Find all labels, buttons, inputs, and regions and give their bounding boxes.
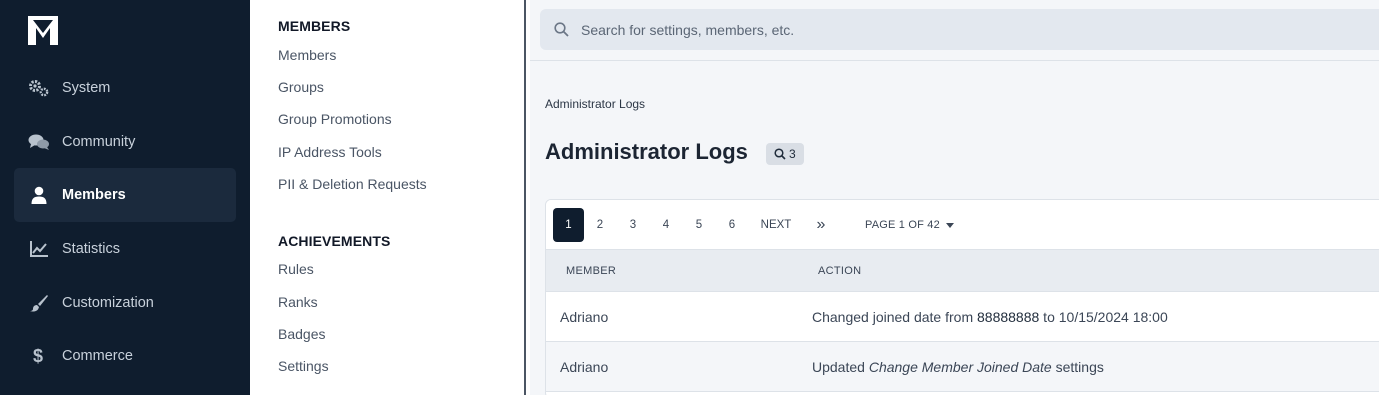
page-button-6[interactable]: 6 (724, 208, 740, 242)
submenu-heading-achievements: ACHIEVEMENTS (278, 233, 391, 249)
submenu-link-badges[interactable]: Badges (278, 326, 325, 342)
search-input[interactable] (581, 21, 1281, 38)
nav-item-label: Statistics (62, 241, 121, 257)
breadcrumb[interactable]: Administrator Logs (545, 97, 645, 111)
submenu-link-ranks[interactable]: Ranks (278, 294, 318, 310)
nav-item-label: Community (62, 134, 136, 150)
action-text: Updated (812, 359, 869, 375)
submenu-link-members[interactable]: Members (278, 47, 336, 63)
action-cell: Changed joined date from 88888888 to 10/… (812, 292, 1168, 342)
secondary-sidebar: MEMBERS Members Groups Group Promotions … (250, 0, 526, 395)
action-cell: Updated Change Member Joined Date settin… (812, 342, 1104, 392)
nav-item-community[interactable]: Community (14, 115, 236, 169)
table-header: MEMBER ACTION (546, 250, 1379, 292)
action-text: settings (1051, 359, 1104, 375)
action-text: Changed joined date from (812, 309, 977, 325)
last-page-button[interactable]: » (811, 208, 831, 242)
nav-item-label: System (62, 80, 111, 96)
primary-sidebar: System Community Members Statistics Cust… (0, 0, 250, 395)
nav-item-commerce[interactable]: $ Commerce (14, 329, 236, 383)
search-bar[interactable] (540, 9, 1379, 50)
logs-table-card: 1 2 3 4 5 6 NEXT » PAGE 1 OF 42 MEMBER A… (545, 199, 1379, 395)
nav-item-customization[interactable]: Customization (14, 276, 236, 330)
main-content: Administrator Logs Administrator Logs 3 … (530, 0, 1379, 395)
page-button-5[interactable]: 5 (691, 208, 707, 242)
submenu-link-settings[interactable]: Settings (278, 358, 329, 374)
dollar-icon: $ (28, 346, 50, 366)
search-count-badge[interactable]: 3 (766, 143, 804, 165)
nav-item-label: Customization (62, 295, 154, 311)
member-cell[interactable]: Adriano (560, 342, 608, 392)
line-chart-icon (28, 239, 50, 259)
search-icon (554, 22, 569, 37)
action-text: to 10/15/2024 18:00 (1039, 309, 1168, 325)
table-row[interactable]: Adriano Changed joined date from 8888888… (546, 292, 1379, 342)
pagination: 1 2 3 4 5 6 NEXT » PAGE 1 OF 42 (546, 200, 1379, 250)
user-icon (28, 185, 50, 205)
member-cell[interactable]: Adriano (560, 292, 608, 342)
page-jump-dropdown[interactable]: PAGE 1 OF 42 (865, 208, 954, 242)
submenu-heading-members: MEMBERS (278, 18, 351, 34)
nav-item-label: Members (62, 187, 126, 203)
header-divider (530, 60, 1379, 61)
page-label: PAGE 1 OF 42 (865, 219, 940, 231)
page-title: Administrator Logs (545, 139, 748, 164)
brush-icon (28, 293, 50, 313)
nav-item-members[interactable]: Members (14, 168, 236, 222)
column-header-member: MEMBER (566, 265, 617, 277)
nav-item-label: Commerce (62, 348, 133, 364)
nav-item-system[interactable]: System (14, 61, 236, 115)
logo-icon[interactable] (27, 14, 59, 46)
page-button-2[interactable]: 2 (592, 208, 608, 242)
gears-icon (28, 78, 50, 98)
submenu-link-rules[interactable]: Rules (278, 261, 314, 277)
table-row[interactable]: Adriano Updated Change Member Joined Dat… (546, 342, 1379, 392)
caret-down-icon (945, 222, 954, 228)
page-button-1[interactable]: 1 (553, 208, 584, 242)
column-header-action: ACTION (818, 265, 862, 277)
submenu-link-ip-address-tools[interactable]: IP Address Tools (278, 144, 382, 160)
page-button-3[interactable]: 3 (625, 208, 641, 242)
chat-bubbles-icon (28, 132, 50, 152)
page-button-4[interactable]: 4 (658, 208, 674, 242)
submenu-link-group-promotions[interactable]: Group Promotions (278, 111, 392, 127)
badge-count: 3 (789, 147, 796, 161)
nav-item-statistics[interactable]: Statistics (14, 222, 236, 276)
submenu-link-pii-deletion-requests[interactable]: PII & Deletion Requests (278, 176, 427, 192)
svg-text:$: $ (33, 346, 43, 366)
action-value: 88888888 (977, 309, 1040, 325)
submenu-link-groups[interactable]: Groups (278, 79, 324, 95)
search-icon (774, 148, 786, 160)
action-value: Change Member Joined Date (868, 359, 1052, 375)
next-page-button[interactable]: NEXT (758, 208, 794, 242)
